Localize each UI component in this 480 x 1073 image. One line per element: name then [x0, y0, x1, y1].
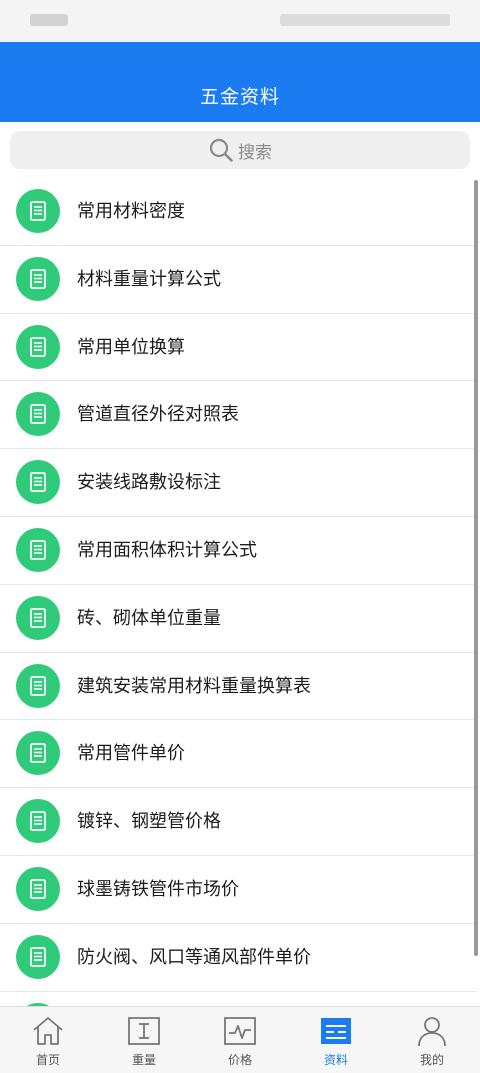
list-item-label: 常用单位换算 — [77, 336, 185, 358]
list-item[interactable]: 常用面积体积计算公式 — [0, 517, 476, 585]
document-icon — [16, 595, 60, 640]
page-title: 五金资料 — [199, 86, 280, 108]
document-icon — [16, 324, 60, 369]
tab-documents[interactable]: 资料 — [288, 1007, 384, 1073]
document-icon — [16, 799, 60, 844]
tab-label: 价格 — [227, 1053, 252, 1067]
document-list-icon — [321, 1018, 351, 1044]
document-icon — [16, 392, 60, 437]
price-chart-icon — [224, 1017, 256, 1045]
list-item[interactable]: 安装线路敷设标注 — [0, 449, 476, 517]
tab-home[interactable]: 首页 — [0, 1007, 96, 1073]
list-item[interactable]: 常用管件单价 — [0, 720, 476, 789]
tab-label: 重量 — [131, 1053, 156, 1067]
document-icon — [16, 189, 60, 233]
document-icon — [16, 731, 60, 776]
list-item-partial[interactable] — [0, 992, 476, 1006]
status-icons — [280, 14, 450, 26]
list-item-label: 常用管件单价 — [77, 743, 185, 765]
list-item-label: 常用材料密度 — [77, 201, 185, 222]
search-input[interactable]: 搜索 — [10, 131, 470, 169]
status-bar — [0, 0, 480, 42]
tab-label: 首页 — [35, 1053, 60, 1067]
bottom-tab-bar: 首页 重量 价格 资料 我的 — [0, 1006, 480, 1073]
list-item-label: 安装线路敷设标注 — [77, 472, 221, 494]
list-item[interactable]: 镀锌、钢塑管价格 — [0, 788, 476, 856]
search-icon — [209, 138, 233, 162]
weight-icon — [128, 1017, 160, 1045]
list-item[interactable]: 防火阀、风口等通风部件单价 — [0, 924, 476, 992]
user-icon — [418, 1017, 446, 1047]
document-icon — [16, 934, 60, 979]
home-icon — [33, 1017, 63, 1045]
list-item-label: 镀锌、钢塑管价格 — [77, 811, 221, 833]
tab-label: 资料 — [323, 1053, 348, 1067]
list-item-label: 建筑安装常用材料重量换算表 — [77, 675, 311, 697]
search-section: 搜索 — [0, 122, 480, 178]
list-item-label: 防火阀、风口等通风部件单价 — [77, 946, 311, 968]
document-icon — [16, 256, 60, 301]
document-icon — [16, 527, 60, 572]
tab-label: 我的 — [419, 1053, 444, 1067]
list-item-label: 材料重量计算公式 — [77, 268, 221, 290]
tab-weight[interactable]: 重量 — [96, 1007, 192, 1073]
list-item[interactable]: 建筑安装常用材料重量换算表 — [0, 653, 476, 721]
list-scrollbar[interactable] — [474, 180, 478, 956]
app-header: 五金资料 — [0, 42, 480, 122]
list-item[interactable]: 材料重量计算公式 — [0, 246, 476, 314]
list-item[interactable]: 管道直径外径对照表 — [0, 381, 476, 450]
tab-price[interactable]: 价格 — [192, 1007, 288, 1073]
tab-profile[interactable]: 我的 — [384, 1007, 480, 1073]
list-item[interactable]: 常用单位换算 — [0, 314, 476, 382]
list-item-label: 砖、砌体单位重量 — [77, 607, 221, 629]
document-icon — [16, 460, 60, 505]
document-icon — [16, 866, 60, 911]
search-placeholder: 搜索 — [238, 142, 272, 163]
list-item-label: 球墨铸铁管件市场价 — [77, 878, 239, 900]
document-icon — [16, 663, 60, 708]
list-item-label: 管道直径外径对照表 — [77, 404, 239, 426]
list-item[interactable]: 砖、砌体单位重量 — [0, 585, 476, 653]
list-item[interactable]: 常用材料密度 — [0, 178, 476, 246]
list-item-label: 常用面积体积计算公式 — [77, 539, 257, 561]
list-item[interactable]: 球墨铸铁管件市场价 — [0, 856, 476, 924]
document-list: 常用材料密度 材料重量计算公式 常用单位换算 管道直径外径对照表 安装线路敷设标… — [0, 178, 476, 1006]
status-time — [30, 14, 68, 26]
